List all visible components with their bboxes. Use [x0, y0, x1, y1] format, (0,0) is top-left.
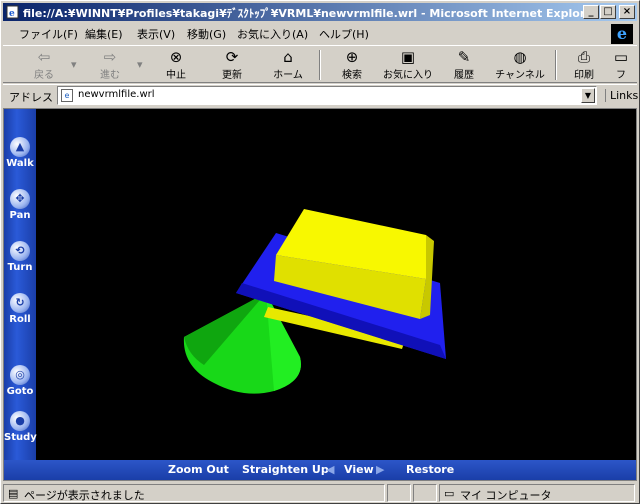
forward-arrow-icon: ⇨: [103, 48, 117, 66]
study-icon: ●: [10, 411, 30, 431]
print-button[interactable]: ⎙ 印刷: [557, 48, 611, 82]
address-input[interactable]: e newvrmlfile.wrl ▼: [57, 86, 597, 105]
back-dropdown-icon[interactable]: ▾: [71, 58, 77, 71]
address-dropdown-button[interactable]: ▼: [581, 88, 595, 103]
address-bar: アドレス e newvrmlfile.wrl ▼ Links: [3, 84, 638, 106]
stop-icon: ⊗: [169, 48, 183, 66]
status-text: ページが表示されました: [24, 489, 145, 502]
favorites-folder-icon: ▣: [400, 48, 416, 66]
favorites-button[interactable]: ▣ お気に入り: [381, 48, 435, 82]
toolbar-separator: [319, 50, 321, 80]
straighten-up-button[interactable]: Straighten Up: [242, 463, 329, 476]
minimize-button[interactable]: _: [583, 5, 599, 19]
back-arrow-icon: ⇦: [37, 48, 51, 66]
address-value: newvrmlfile.wrl: [78, 89, 155, 100]
forward-dropdown-icon[interactable]: ▾: [137, 58, 143, 71]
zone-text: マイ コンピュータ: [460, 489, 552, 502]
links-button[interactable]: Links: [605, 89, 638, 102]
study-button[interactable]: ● Study: [4, 411, 37, 443]
goto-icon: ◎: [10, 365, 30, 385]
status-pane: [387, 484, 411, 502]
search-button[interactable]: ⊕ 検索: [325, 48, 379, 82]
turn-button[interactable]: ⟲ Turn: [4, 241, 36, 273]
menu-view[interactable]: 表示(V): [137, 26, 175, 42]
ie-logo: e: [611, 24, 633, 44]
security-zone-pane: ▭ マイ コンピュータ: [439, 484, 635, 502]
printer-icon: ⎙: [577, 48, 590, 66]
address-label: アドレス: [9, 91, 53, 104]
maximize-button[interactable]: □: [600, 5, 616, 19]
menu-help[interactable]: ヘルプ(H): [319, 26, 369, 42]
computer-icon: ▭: [444, 487, 455, 500]
channels-button[interactable]: ◍ チャンネル: [493, 48, 547, 82]
forward-button[interactable]: ⇨ 進む: [83, 48, 137, 82]
restore-button[interactable]: Restore: [406, 463, 454, 476]
svg-text:e: e: [9, 9, 15, 19]
close-button[interactable]: ×: [619, 5, 635, 19]
back-button[interactable]: ⇦ 戻る: [17, 48, 71, 82]
menu-bar: ファイル(F) 編集(E) 表示(V) 移動(G) お気に入り(A) ヘルプ(H…: [3, 23, 637, 44]
vrml-viewer[interactable]: ▲ Walk ✥ Pan ⟲ Turn ↻ Roll ◎ Goto ● Stud…: [3, 108, 637, 481]
turn-icon: ⟲: [10, 241, 30, 261]
history-icon: ✎: [457, 48, 471, 66]
browser-window: e file://A:¥WINNT¥Profiles¥takagi¥ﾃﾞｽｸﾄｯ…: [0, 0, 640, 504]
history-button[interactable]: ✎ 履歴: [437, 48, 491, 82]
menu-favorites[interactable]: お気に入り(A): [237, 26, 308, 42]
fullscreen-icon: ▭: [613, 48, 629, 66]
page-icon: e: [61, 89, 73, 102]
ie-page-icon: e: [6, 5, 19, 19]
search-icon: ⊕: [345, 48, 359, 66]
refresh-button[interactable]: ⟳ 更新: [205, 48, 259, 82]
menu-go[interactable]: 移動(G): [187, 26, 226, 42]
channels-icon: ◍: [513, 48, 527, 66]
view-prev-icon[interactable]: ◀: [326, 463, 334, 476]
stop-button[interactable]: ⊗ 中止: [149, 48, 203, 82]
status-text-pane: ▤ ページが表示されました: [3, 484, 385, 502]
status-pane: [413, 484, 437, 502]
home-button[interactable]: ⌂ ホーム: [261, 48, 315, 82]
menu-file[interactable]: ファイル(F): [19, 26, 78, 42]
title-bar[interactable]: e file://A:¥WINNT¥Profiles¥takagi¥ﾃﾞｽｸﾄｯ…: [3, 3, 637, 21]
goto-button[interactable]: ◎ Goto: [4, 365, 36, 397]
view-next-icon[interactable]: ▶: [376, 463, 384, 476]
page-done-icon: ▤: [8, 487, 19, 500]
standard-toolbar: ⇦ 戻る ▾ ⇨ 進む ▾ ⊗ 中止 ⟳ 更新 ⌂ ホーム ⊕ 検索 ▣ お気に…: [3, 45, 637, 83]
vrml-nav-panel: ▲ Walk ✥ Pan ⟲ Turn ↻ Roll ◎ Goto ● Stud…: [4, 109, 37, 460]
walk-icon: ▲: [10, 137, 30, 157]
walk-button[interactable]: ▲ Walk: [4, 137, 36, 169]
refresh-icon: ⟳: [225, 48, 239, 66]
menu-edit[interactable]: 編集(E): [85, 26, 123, 42]
fullscreen-button[interactable]: ▭ フ: [607, 48, 635, 82]
status-bar: ▤ ページが表示されました ▭ マイ コンピュータ: [3, 483, 637, 503]
pan-icon: ✥: [10, 189, 30, 209]
zoom-out-button[interactable]: Zoom Out: [168, 463, 229, 476]
vrml-scene[interactable]: [36, 109, 636, 460]
roll-icon: ↻: [10, 293, 30, 313]
window-title: file://A:¥WINNT¥Profiles¥takagi¥ﾃﾞｽｸﾄｯﾌﾟ…: [23, 7, 583, 20]
pan-button[interactable]: ✥ Pan: [4, 189, 36, 221]
vrml-control-bar: Zoom Out Straighten Up ◀ View ▶ Restore: [4, 460, 636, 480]
roll-button[interactable]: ↻ Roll: [4, 293, 36, 325]
home-icon: ⌂: [283, 48, 293, 66]
view-label: View: [344, 463, 374, 476]
